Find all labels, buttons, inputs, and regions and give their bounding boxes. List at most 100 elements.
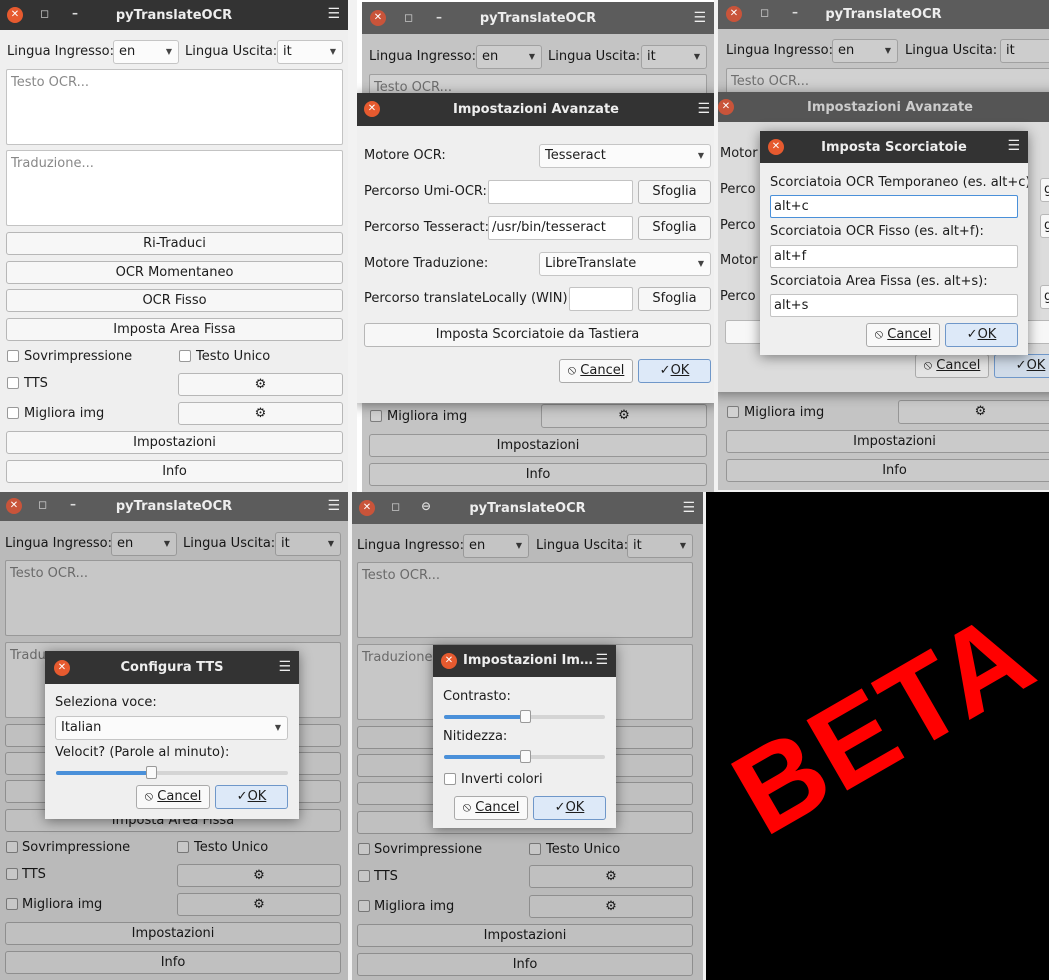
ocr-engine-combo[interactable]: Tesseract ▼ — [539, 144, 711, 168]
cancel-icon: ⦸ — [923, 358, 933, 373]
ocr-text-area[interactable]: Testo OCR... — [6, 69, 343, 145]
dialog-title: Impostazioni Avanzate — [452, 102, 619, 117]
contrast-slider[interactable] — [444, 710, 605, 723]
menu-icon[interactable]: ☰ — [693, 10, 706, 26]
tts-config-dialog: ✕ Configura TTS ☰ Seleziona voce: Italia… — [45, 651, 299, 819]
window-title: pyTranslateOCR — [115, 499, 233, 514]
output-language-label: Lingua Uscita: — [185, 44, 278, 59]
menu-icon[interactable]: ☰ — [682, 500, 695, 516]
ocr-fixed-shortcut-input[interactable]: alt+f — [770, 245, 1018, 268]
tts-settings-button[interactable]: ⚙ — [178, 373, 343, 396]
single-text-checkbox[interactable] — [179, 350, 191, 362]
ok-button[interactable]: ✓OK — [533, 796, 606, 820]
menu-icon[interactable]: ☰ — [327, 6, 340, 22]
improve-image-checkbox[interactable] — [7, 407, 19, 419]
menu-icon[interactable]: ☰ — [327, 498, 340, 514]
slider-fill — [444, 715, 525, 719]
umi-ocr-path-input[interactable] — [488, 180, 633, 204]
browse-button[interactable]: glia — [1040, 214, 1049, 238]
cancel-button[interactable]: ⦸ Cancel — [454, 796, 528, 820]
fixed-area-shortcut-input[interactable]: alt+s — [770, 294, 1018, 317]
slider-fill — [444, 755, 525, 759]
dialog-title-bar: ✕ Configura TTS ☰ — [45, 651, 299, 684]
menu-icon[interactable]: ☰ — [595, 652, 608, 668]
improve-image-label: Migliora img — [24, 406, 105, 421]
input-language-label: Lingua Ingresso: — [7, 44, 114, 59]
main-window-panel: ✕ ◻ – pyTranslateOCR ☰ Lingua Ingresso: … — [0, 0, 348, 490]
sharpness-slider[interactable] — [444, 750, 605, 763]
gear-icon: ⚙ — [254, 406, 267, 421]
ok-button[interactable]: ✓OK — [994, 354, 1049, 378]
chevron-down-icon: ▼ — [165, 47, 172, 56]
window-title: pyTranslateOCR — [479, 10, 597, 26]
info-button[interactable]: Info — [6, 460, 343, 483]
overlay-checkbox[interactable] — [7, 350, 19, 362]
tts-checkbox[interactable] — [7, 377, 19, 389]
translation-text-area[interactable]: Traduzione... — [6, 150, 343, 226]
window-title: pyTranslateOCR — [469, 500, 586, 516]
set-fixed-area-button[interactable]: Imposta Area Fissa — [6, 318, 343, 341]
cancel-button[interactable]: ⦸ Cancel — [866, 323, 940, 347]
image-enhance-dialog: ✕ Impostazioni Im… ☰ Contrasto: Nitidezz… — [433, 645, 616, 828]
translatelocally-path-label: Percorso translateLocally (WIN): — [364, 291, 572, 306]
check-icon: ✓ — [1015, 358, 1027, 373]
translation-engine-combo[interactable]: LibreTranslate ▼ — [539, 252, 711, 276]
translatelocally-path-input[interactable] — [569, 287, 633, 311]
ok-button[interactable]: ✓OK — [638, 359, 711, 383]
invert-colors-checkbox[interactable] — [444, 773, 456, 785]
single-text-label: Testo Unico — [196, 349, 271, 364]
ocr-fixed-shortcut-label: Scorciatoia OCR Fisso (es. alt+f): — [770, 224, 984, 239]
image-settings-panel: ✕ ◻ ⊖ pyTranslateOCR ☰ Lingua Ingresso: … — [352, 492, 703, 980]
browse-button[interactable]: glia — [1040, 285, 1049, 309]
bg-label: Perco — [720, 218, 756, 233]
browse-button[interactable]: glia — [1040, 178, 1049, 202]
title-bar: ✕ ◻ – pyTranslateOCR ☰ — [0, 492, 348, 521]
menu-icon[interactable]: ☰ — [1007, 138, 1020, 154]
browse-umi-button[interactable]: Sfoglia — [638, 180, 711, 204]
check-icon: ✓ — [236, 789, 248, 804]
chevron-down-icon: ▼ — [329, 47, 336, 56]
slider-handle[interactable] — [146, 766, 158, 779]
dialog-title-bar: ✕ Impostazioni Avanzate — [718, 92, 1049, 122]
close-icon[interactable]: ✕ — [441, 653, 457, 669]
retranslate-button[interactable]: Ri-Traduci — [6, 232, 343, 255]
ocr-fixed-button[interactable]: OCR Fisso — [6, 289, 343, 312]
shortcuts-dialog: ✕ Imposta Scorciatoie ☰ Scorciatoia OCR … — [760, 131, 1028, 355]
input-language-combo[interactable]: en ▼ — [113, 40, 179, 64]
dialog-title: Impostazioni Im… — [463, 653, 593, 668]
overlay-label: Sovrimpressione — [24, 349, 133, 364]
settings-button[interactable]: Impostazioni — [6, 431, 343, 454]
set-shortcuts-button[interactable]: Imposta Scorciatoie da Tastiera — [364, 323, 711, 347]
tesseract-path-label: Percorso Tesseract: — [364, 220, 489, 235]
slider-handle[interactable] — [519, 710, 531, 723]
image-settings-button[interactable]: ⚙ — [178, 402, 343, 425]
output-language-combo[interactable]: it ▼ — [277, 40, 343, 64]
chevron-down-icon: ▼ — [697, 259, 704, 268]
ok-button[interactable]: ✓OK — [945, 323, 1018, 347]
window-title: pyTranslateOCR — [825, 7, 942, 22]
bg-label: Motor — [720, 253, 758, 268]
menu-icon[interactable]: ☰ — [278, 659, 291, 675]
window-title: pyTranslateOCR — [115, 7, 233, 23]
voice-combo[interactable]: Italian ▼ — [55, 716, 288, 740]
contrast-label: Contrasto: — [443, 689, 511, 704]
ocr-momentary-button[interactable]: OCR Momentaneo — [6, 261, 343, 284]
tesseract-path-input[interactable]: /usr/bin/tesseract — [488, 216, 633, 240]
dialog-title: Impostazioni Avanzate — [806, 99, 973, 115]
browse-tesseract-button[interactable]: Sfoglia — [638, 216, 711, 240]
title-bar: ✕ ◻ – pyTranslateOCR ☰ — [0, 0, 348, 30]
cancel-button[interactable]: ⦸ Cancel — [915, 354, 989, 378]
slider-handle[interactable] — [519, 750, 531, 763]
tts-label: TTS — [24, 376, 48, 391]
speed-slider[interactable] — [56, 766, 288, 779]
browse-translatelocally-button[interactable]: Sfoglia — [638, 287, 711, 311]
ok-button[interactable]: ✓OK — [215, 785, 288, 809]
ocr-temporary-shortcut-input[interactable]: alt+c — [770, 195, 1018, 218]
title-bar: ✕ ◻ ⊖ pyTranslateOCR ☰ — [352, 492, 703, 524]
check-icon: ✓ — [659, 363, 671, 378]
dialog-title-bar: ✕ Imposta Scorciatoie ☰ — [760, 131, 1028, 163]
menu-icon[interactable]: ☰ — [697, 101, 710, 117]
gear-icon: ⚙ — [254, 377, 267, 392]
cancel-button[interactable]: ⦸ Cancel — [559, 359, 633, 383]
cancel-button[interactable]: ⦸ Cancel — [136, 785, 210, 809]
